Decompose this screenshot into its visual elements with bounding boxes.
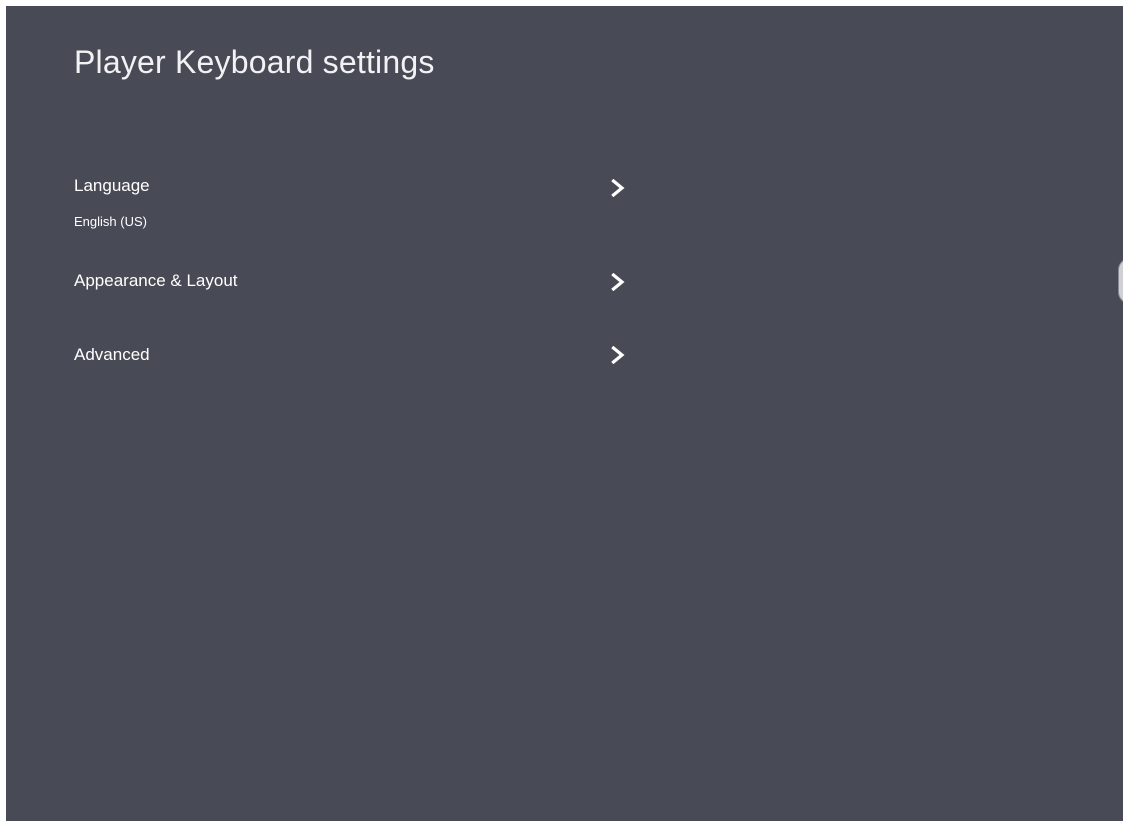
- settings-item-label: Advanced: [74, 345, 150, 364]
- side-panel-handle[interactable]: [1118, 258, 1123, 304]
- settings-screen: Player Keyboard settings Language Englis…: [6, 6, 1123, 821]
- settings-item-label: Appearance & Layout: [74, 271, 238, 290]
- settings-item-advanced[interactable]: Advanced: [74, 340, 639, 380]
- settings-item-language[interactable]: Language English (US): [74, 171, 639, 235]
- chevron-right-icon: [611, 179, 625, 197]
- settings-item-appearance-layout[interactable]: Appearance & Layout: [74, 266, 639, 306]
- settings-item-label: Language: [74, 176, 150, 195]
- settings-list: Language English (US) Appearance & Layou…: [6, 6, 1123, 821]
- settings-item-value: English (US): [74, 214, 147, 229]
- chevron-right-icon: [611, 346, 625, 364]
- chevron-right-icon: [611, 273, 625, 291]
